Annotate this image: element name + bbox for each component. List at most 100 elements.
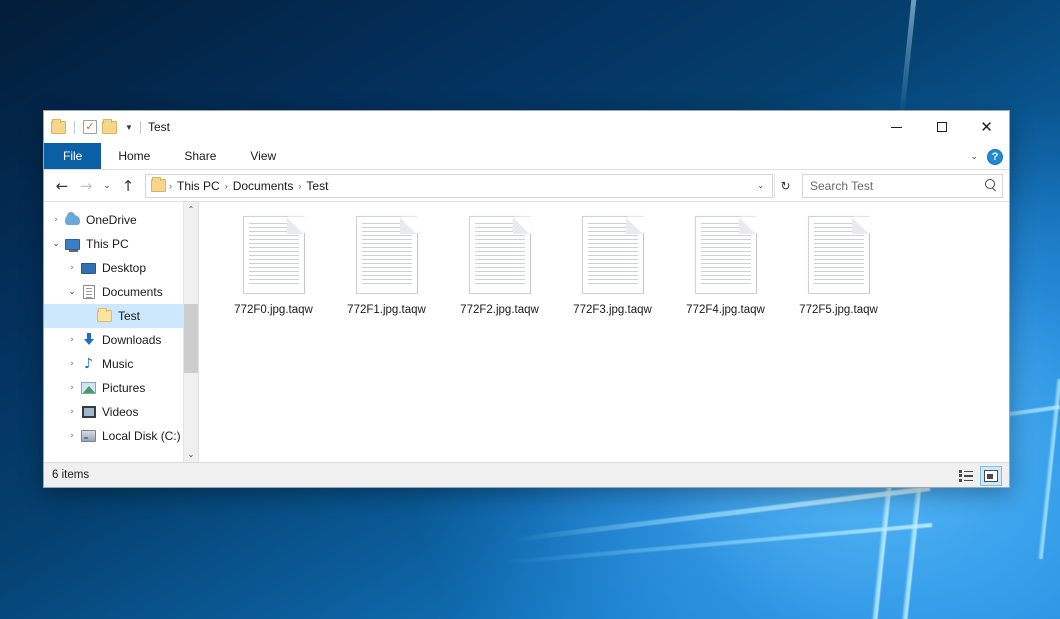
sidebar-item-downloads[interactable]: › Downloads	[44, 328, 198, 352]
chevron-right-icon[interactable]: ›	[48, 215, 64, 225]
scroll-down-icon[interactable]: ⌄	[184, 447, 198, 462]
properties-icon[interactable]: ✓	[83, 120, 97, 134]
window-controls: ✕	[874, 111, 1009, 143]
large-icons-view-icon	[984, 470, 998, 482]
sidebar-item-pictures[interactable]: › Pictures	[44, 376, 198, 400]
search-box[interactable]	[802, 174, 1003, 198]
chevron-down-icon[interactable]: ⌄	[48, 239, 64, 249]
sidebar-item-this-pc[interactable]: ⌄ This PC	[44, 232, 198, 256]
folder-icon[interactable]	[51, 121, 66, 134]
tab-view[interactable]: View	[233, 143, 293, 169]
chevron-right-icon[interactable]: ›	[64, 359, 80, 369]
breadcrumb-folder-icon	[151, 179, 166, 192]
file-name-label: 772F0.jpg.taqw	[234, 303, 313, 317]
sidebar-item-label: Videos	[102, 405, 138, 419]
cloud-icon	[64, 215, 81, 225]
up-button[interactable]: ↑	[116, 174, 140, 198]
navigation-tree: ›OneDrive⌄This PC›Desktop⌄DocumentsTest›…	[44, 208, 198, 448]
generic-file-icon	[356, 216, 418, 294]
file-list-pane[interactable]: 772F0.jpg.taqw 772F1.jpg.taqw 772F2.jpg.ta…	[199, 202, 1009, 462]
expand-ribbon-icon[interactable]: ⌄	[970, 151, 978, 162]
search-input[interactable]	[810, 179, 982, 193]
qat-divider	[74, 121, 75, 134]
desktop-icon	[80, 263, 97, 274]
maximize-icon	[937, 122, 947, 132]
wallpaper-pane-5	[503, 523, 932, 564]
status-bar: 6 items	[44, 462, 1009, 487]
chevron-right-icon[interactable]: ›	[64, 383, 80, 393]
file-name-label: 772F3.jpg.taqw	[573, 303, 652, 317]
chevron-right-icon[interactable]: ›	[64, 431, 80, 441]
chevron-right-icon[interactable]: ›	[64, 407, 80, 417]
sidebar-item-music[interactable]: ›♪ Music	[44, 352, 198, 376]
new-folder-icon[interactable]	[102, 121, 117, 134]
tab-home[interactable]: Home	[101, 143, 167, 169]
chevron-right-icon[interactable]: ›	[64, 335, 80, 345]
scrollbar-thumb[interactable]	[184, 304, 198, 373]
title-bar: ✓ ▼ Test ✕	[44, 111, 1009, 143]
chevron-down-icon[interactable]: ▼	[123, 123, 135, 132]
file-item[interactable]: 772F0.jpg.taqw	[217, 212, 330, 323]
file-item[interactable]: 772F5.jpg.taqw	[782, 212, 895, 323]
address-dropdown-icon[interactable]: ⌄	[752, 181, 769, 190]
desktop: ✓ ▼ Test ✕ File Home Share	[0, 0, 1060, 619]
navigation-pane: ›OneDrive⌄This PC›Desktop⌄DocumentsTest›…	[44, 202, 199, 462]
file-item[interactable]: 772F4.jpg.taqw	[669, 212, 782, 323]
generic-file-icon	[695, 216, 757, 294]
sidebar-item-videos[interactable]: › Videos	[44, 400, 198, 424]
folder-icon	[96, 310, 113, 322]
forward-button[interactable]: →	[74, 174, 98, 198]
generic-file-icon	[243, 216, 305, 294]
file-name-label: 772F5.jpg.taqw	[799, 303, 878, 317]
downloads-icon	[80, 333, 97, 347]
file-item[interactable]: 772F3.jpg.taqw	[556, 212, 669, 323]
sidebar-item-desktop[interactable]: ›Desktop	[44, 256, 198, 280]
window-title: Test	[148, 120, 170, 134]
sidebar-item-label: Music	[102, 357, 133, 371]
breadcrumb-item-test[interactable]: Test	[302, 179, 332, 193]
navigation-scrollbar[interactable]: ⌃ ⌄	[183, 202, 198, 462]
window-body: ›OneDrive⌄This PC›Desktop⌄DocumentsTest›…	[44, 202, 1009, 462]
quick-access-toolbar: ✓ ▼	[44, 120, 135, 134]
large-icons-view-button[interactable]	[980, 466, 1002, 486]
generic-file-icon	[808, 216, 870, 294]
close-button[interactable]: ✕	[964, 111, 1009, 143]
details-view-icon	[959, 470, 973, 482]
scrollbar-track[interactable]	[184, 217, 198, 447]
videos-icon	[80, 406, 97, 418]
sidebar-item-documents[interactable]: ⌄ Documents	[44, 280, 198, 304]
back-button[interactable]: ←	[50, 174, 74, 198]
breadcrumb-item-this-pc[interactable]: This PC	[173, 179, 224, 193]
file-name-label: 772F1.jpg.taqw	[347, 303, 426, 317]
sidebar-item-label: OneDrive	[86, 213, 137, 227]
search-icon	[985, 179, 998, 192]
file-grid: 772F0.jpg.taqw 772F1.jpg.taqw 772F2.jpg.ta…	[217, 212, 1009, 323]
sidebar-item-label: Pictures	[102, 381, 145, 395]
music-icon: ♪	[80, 357, 97, 371]
wallpaper-pane-4	[513, 486, 930, 542]
sidebar-item-test[interactable]: Test	[44, 304, 198, 328]
sidebar-item-label: This PC	[86, 237, 129, 251]
file-item[interactable]: 772F2.jpg.taqw	[443, 212, 556, 323]
tab-file[interactable]: File	[44, 143, 101, 169]
tab-share[interactable]: Share	[167, 143, 233, 169]
sidebar-item-label: Documents	[102, 285, 163, 299]
sidebar-item-label: Downloads	[102, 333, 161, 347]
breadcrumb[interactable]: › This PC › Documents › Test ⌄	[145, 174, 773, 198]
refresh-button[interactable]: ↻	[774, 174, 796, 198]
breadcrumb-item-documents[interactable]: Documents	[229, 179, 298, 193]
details-view-button[interactable]	[955, 466, 977, 486]
minimize-button[interactable]	[874, 111, 919, 143]
minimize-icon	[891, 127, 902, 128]
chevron-right-icon[interactable]: ›	[64, 263, 80, 273]
chevron-down-icon[interactable]: ⌄	[64, 287, 80, 297]
file-item[interactable]: 772F1.jpg.taqw	[330, 212, 443, 323]
scroll-up-icon[interactable]: ⌃	[184, 202, 198, 217]
sidebar-item-onedrive[interactable]: › OneDrive	[44, 208, 198, 232]
help-icon[interactable]: ?	[987, 149, 1003, 165]
address-bar: ← → ⌄ ↑ › This PC › Documents › Test ⌄ ↻	[44, 170, 1009, 202]
recent-locations-button[interactable]: ⌄	[98, 174, 116, 198]
disk-icon	[80, 430, 97, 442]
maximize-button[interactable]	[919, 111, 964, 143]
sidebar-item-local-disk-c[interactable]: ›Local Disk (C:)	[44, 424, 198, 448]
